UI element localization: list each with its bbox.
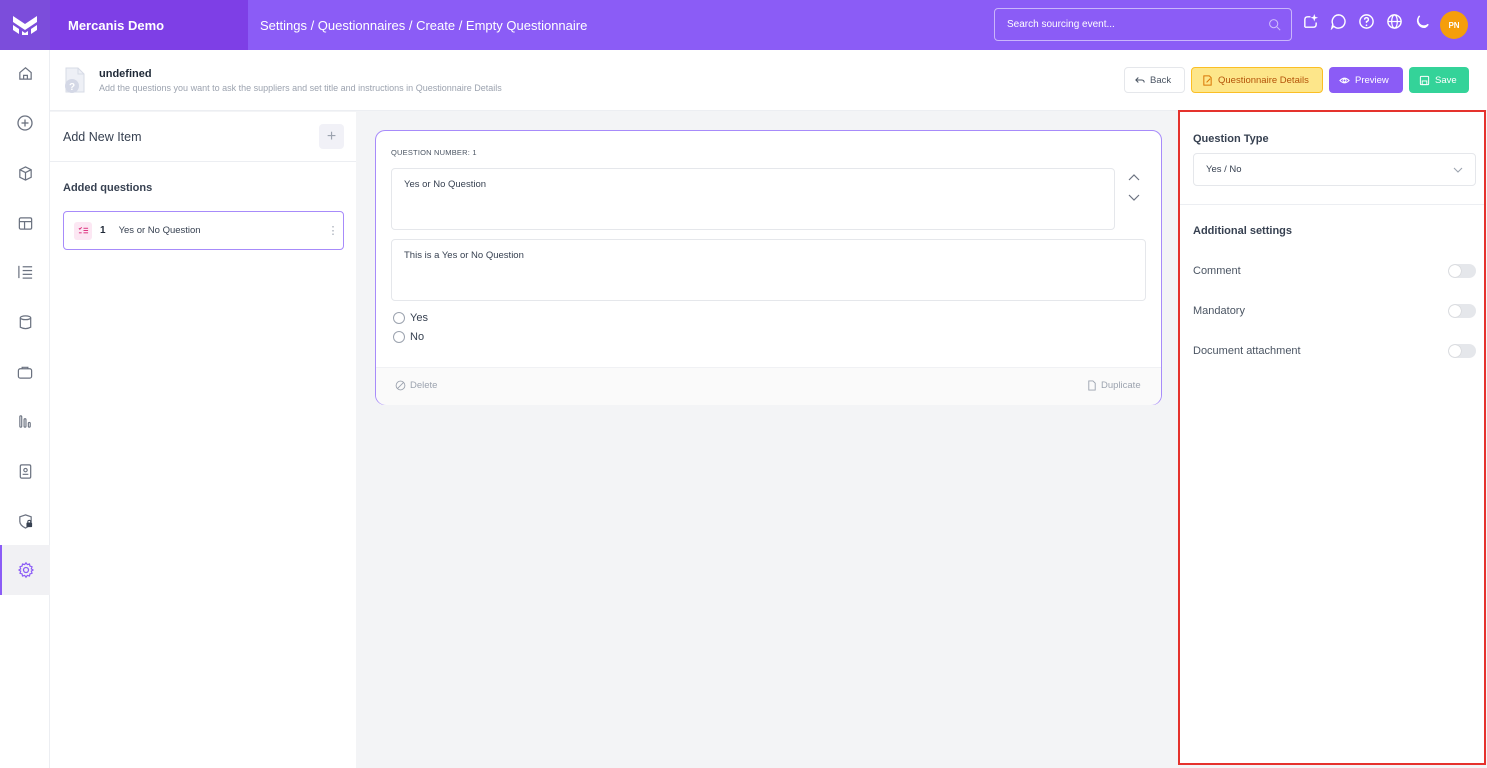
contact-icon xyxy=(19,463,31,479)
list-icon xyxy=(17,265,32,279)
add-new-item-label: Add New Item xyxy=(63,130,142,144)
duplicate-label: Duplicate xyxy=(1101,380,1141,391)
question-list-panel: Add New Item + Added questions 1 Yes or … xyxy=(50,112,356,768)
comment-toggle[interactable] xyxy=(1448,264,1476,278)
radio-button[interactable] xyxy=(393,331,405,343)
top-icons xyxy=(1301,12,1432,31)
questionnaire-details-button[interactable]: Questionnaire Details xyxy=(1191,67,1323,93)
question-description-field[interactable] xyxy=(391,239,1146,301)
shield-lock-icon xyxy=(18,513,32,529)
sidebar-item-data[interactable] xyxy=(0,304,50,340)
save-button[interactable]: Save xyxy=(1409,67,1469,93)
additional-settings-label: Additional settings xyxy=(1193,225,1292,237)
back-button-label: Back xyxy=(1150,74,1172,86)
add-item-header: Add New Item + xyxy=(50,112,356,162)
sidebar-item-analytics[interactable] xyxy=(0,403,50,439)
card-footer: Delete Duplicate xyxy=(376,367,1161,405)
save-icon xyxy=(1419,75,1430,85)
ai-assistant-icon[interactable] xyxy=(1301,12,1320,31)
kebab-menu-icon[interactable]: ⋮ xyxy=(323,224,343,237)
radio-button[interactable] xyxy=(393,312,405,324)
app-logo[interactable] xyxy=(0,0,50,50)
database-icon xyxy=(19,314,31,329)
gear-icon xyxy=(17,561,35,579)
sidebar-item-settings[interactable] xyxy=(0,545,50,595)
duplicate-button[interactable]: Duplicate xyxy=(1087,380,1141,391)
search-placeholder: Search sourcing event... xyxy=(1007,19,1115,30)
question-type-select[interactable]: Yes / No xyxy=(1193,153,1476,186)
svg-text:?: ? xyxy=(69,82,75,93)
question-type-value: Yes / No xyxy=(1206,164,1242,175)
chevron-up-icon xyxy=(1128,174,1140,181)
setting-mandatory: Mandatory xyxy=(1193,304,1476,318)
layout-icon xyxy=(18,216,32,230)
question-label: Yes or No Question xyxy=(118,225,201,236)
setting-label: Comment xyxy=(1193,265,1241,277)
globe-icon[interactable] xyxy=(1385,12,1404,31)
search-input[interactable]: Search sourcing event... xyxy=(994,8,1292,41)
chevron-down-icon xyxy=(1128,194,1140,201)
added-questions-heading: Added questions xyxy=(63,182,153,194)
question-number-label: QUESTION NUMBER: 1 xyxy=(391,148,477,157)
yes-no-type-icon xyxy=(74,221,92,240)
document-attachment-toggle[interactable] xyxy=(1448,344,1476,358)
logo-icon xyxy=(13,16,37,35)
question-settings-panel: Question Type Yes / No Additional settin… xyxy=(1178,110,1486,765)
add-item-button[interactable]: + xyxy=(319,124,344,149)
back-button[interactable]: Back xyxy=(1124,67,1185,93)
question-text-field[interactable] xyxy=(391,168,1115,230)
page-description: Add the questions you want to ask the su… xyxy=(99,83,502,93)
option-no[interactable]: No xyxy=(393,331,424,343)
question-number: 1 xyxy=(100,225,106,236)
ban-icon xyxy=(395,380,406,391)
option-label: Yes xyxy=(410,312,428,324)
sidebar-item-contacts[interactable] xyxy=(0,453,50,489)
delete-button[interactable]: Delete xyxy=(395,380,437,391)
preview-button-label: Preview xyxy=(1355,74,1389,86)
move-up-button[interactable] xyxy=(1124,168,1144,186)
plus-circle-icon xyxy=(17,115,33,131)
option-label: No xyxy=(410,331,425,343)
sidebar-item-security[interactable] xyxy=(0,503,50,539)
save-button-label: Save xyxy=(1435,74,1457,86)
document-icon: ? xyxy=(62,66,88,101)
moon-icon[interactable] xyxy=(1413,12,1432,31)
list-item-question-1[interactable]: 1 Yes or No Question ⋮ xyxy=(63,211,344,250)
back-arrow-icon xyxy=(1135,77,1145,83)
chat-icon[interactable] xyxy=(1329,12,1348,31)
sidebar-item-products[interactable] xyxy=(0,155,50,191)
divider xyxy=(1180,204,1484,205)
setting-comment: Comment xyxy=(1193,264,1476,278)
home-icon xyxy=(18,66,32,80)
delete-label: Delete xyxy=(410,380,438,391)
setting-label: Mandatory xyxy=(1193,305,1245,317)
avatar[interactable]: PN xyxy=(1440,11,1468,39)
sidebar-item-home[interactable] xyxy=(0,55,50,91)
setting-document-attachment: Document attachment xyxy=(1193,344,1476,358)
sidebar-item-projects[interactable] xyxy=(0,354,50,390)
sidebar-item-templates[interactable] xyxy=(0,205,50,241)
sidebar-item-create[interactable] xyxy=(0,105,50,141)
edit-document-icon xyxy=(1203,74,1212,86)
setting-label: Document attachment xyxy=(1193,345,1301,357)
option-yes[interactable]: Yes xyxy=(393,312,428,324)
questionnaire-details-label: Questionnaire Details xyxy=(1218,74,1309,86)
cube-icon xyxy=(18,165,32,181)
help-icon[interactable] xyxy=(1357,12,1376,31)
question-card: QUESTION NUMBER: 1 Yes No Delete Duplica… xyxy=(375,130,1162,405)
mandatory-toggle[interactable] xyxy=(1448,304,1476,318)
move-down-button[interactable] xyxy=(1124,189,1144,207)
briefcase-icon xyxy=(17,366,33,379)
page-title: undefined xyxy=(99,68,152,80)
question-type-label: Question Type xyxy=(1193,133,1269,145)
sidebar xyxy=(0,50,50,768)
bar-chart-icon xyxy=(18,414,31,428)
copy-icon xyxy=(1088,380,1096,391)
sidebar-item-lists[interactable] xyxy=(0,253,50,289)
eye-icon xyxy=(1339,77,1350,83)
brand-name[interactable]: Mercanis Demo xyxy=(50,0,248,50)
chevron-down-icon xyxy=(1453,167,1463,173)
search-icon xyxy=(1269,19,1281,31)
preview-button[interactable]: Preview xyxy=(1329,67,1403,93)
